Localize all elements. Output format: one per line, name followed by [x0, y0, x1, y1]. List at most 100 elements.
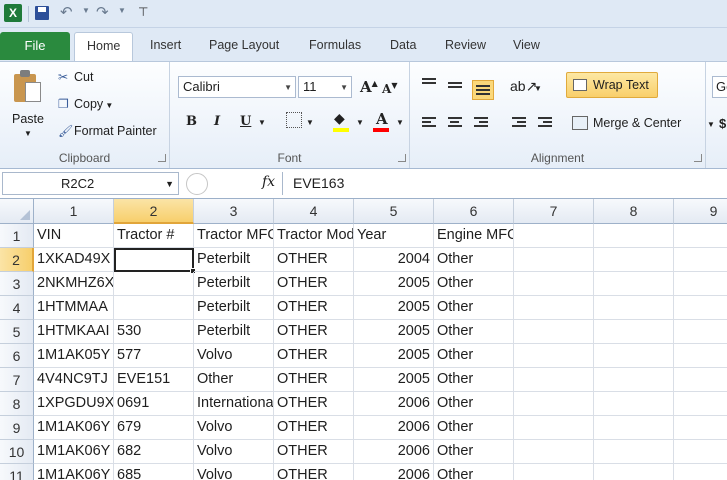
cell[interactable]: 530 [114, 320, 194, 344]
cell[interactable] [594, 416, 674, 440]
cell[interactable] [674, 248, 727, 272]
column-header[interactable]: 6 [434, 199, 514, 224]
font-size-select[interactable]: 11 ▼ [298, 76, 352, 98]
save-icon[interactable] [35, 6, 49, 20]
underline-dropdown-icon[interactable]: ▼ [258, 118, 266, 127]
cell[interactable] [514, 248, 594, 272]
tab-home[interactable]: Home [74, 32, 134, 62]
redo-dropdown-icon[interactable]: ▼ [118, 6, 126, 15]
cell[interactable]: 2NKMHZ6X [34, 272, 114, 296]
cell[interactable] [594, 392, 674, 416]
row-header[interactable]: 9 [0, 416, 34, 440]
copy-button[interactable]: ❐ Copy ▼ [58, 97, 113, 111]
number-format-select[interactable]: Ge [712, 76, 727, 98]
merge-center-button[interactable]: Merge & Center [593, 116, 681, 130]
cell[interactable]: Year [354, 224, 434, 248]
borders-button[interactable] [286, 112, 302, 128]
fill-color-button[interactable]: ◆ [334, 110, 345, 127]
column-header[interactable]: 8 [594, 199, 674, 224]
cell[interactable]: 1HTMMAA [34, 296, 114, 320]
fill-color-dropdown-icon[interactable]: ▼ [356, 118, 364, 127]
cell[interactable]: 2005 [354, 344, 434, 368]
cell[interactable]: 1M1AK06Y [34, 440, 114, 464]
cell[interactable] [114, 272, 194, 296]
cell[interactable]: OTHER [274, 248, 354, 272]
cell[interactable] [594, 320, 674, 344]
cell[interactable]: 682 [114, 440, 194, 464]
paste-icon[interactable] [12, 70, 42, 104]
column-header[interactable]: 7 [514, 199, 594, 224]
cell[interactable] [514, 344, 594, 368]
cell[interactable]: EVE151 [114, 368, 194, 392]
select-all-button[interactable] [0, 199, 34, 224]
cell[interactable]: Other [434, 440, 514, 464]
cell[interactable]: Other [434, 344, 514, 368]
cell[interactable] [514, 296, 594, 320]
cell[interactable] [674, 224, 727, 248]
column-header[interactable]: 9 [674, 199, 727, 224]
cell[interactable] [594, 272, 674, 296]
cell[interactable]: 2004 [354, 248, 434, 272]
align-center-icon[interactable] [448, 117, 462, 129]
undo-dropdown-icon[interactable]: ▼ [82, 6, 90, 15]
cell[interactable] [674, 272, 727, 296]
row-header[interactable]: 1 [0, 224, 34, 248]
cell[interactable]: OTHER [274, 296, 354, 320]
borders-dropdown-icon[interactable]: ▼ [306, 118, 314, 127]
cell[interactable]: Other [434, 464, 514, 480]
cell[interactable]: 2005 [354, 320, 434, 344]
cell[interactable]: Volvo [194, 440, 274, 464]
cell[interactable]: Other [434, 320, 514, 344]
currency-button[interactable]: $ [719, 116, 726, 131]
cell[interactable]: Other [434, 416, 514, 440]
cell[interactable]: 1HTMKAAI [34, 320, 114, 344]
font-color-button[interactable]: A [376, 110, 388, 128]
cell[interactable] [594, 344, 674, 368]
cell[interactable] [594, 224, 674, 248]
cell[interactable] [594, 296, 674, 320]
cell[interactable] [594, 248, 674, 272]
tab-file[interactable]: File [0, 32, 70, 60]
cell[interactable]: Other [434, 272, 514, 296]
column-header[interactable]: 4 [274, 199, 354, 224]
italic-button[interactable]: I [214, 114, 220, 129]
cell[interactable]: 2005 [354, 272, 434, 296]
row-header[interactable]: 8 [0, 392, 34, 416]
cell[interactable] [594, 440, 674, 464]
active-cell[interactable] [114, 248, 194, 272]
shrink-font-button[interactable]: A▼ [382, 80, 397, 96]
wrap-text-button[interactable]: Wrap Text [566, 72, 658, 98]
tab-insert[interactable]: Insert [150, 38, 181, 52]
align-right-icon[interactable] [474, 117, 488, 129]
cell[interactable]: 2005 [354, 368, 434, 392]
column-header[interactable]: 5 [354, 199, 434, 224]
column-header[interactable]: 2 [114, 199, 194, 224]
cell[interactable]: Peterbilt [194, 272, 274, 296]
row-header[interactable]: 11 [0, 464, 34, 480]
cell[interactable] [514, 464, 594, 480]
tab-data[interactable]: Data [390, 38, 416, 52]
cell[interactable]: Peterbilt [194, 248, 274, 272]
cell[interactable] [674, 416, 727, 440]
top-align-icon[interactable] [422, 78, 436, 90]
cell[interactable]: Tractor # [114, 224, 194, 248]
bottom-align-icon[interactable] [472, 80, 494, 100]
cell[interactable]: 2006 [354, 416, 434, 440]
tab-review[interactable]: Review [445, 38, 486, 52]
insert-function-button[interactable]: fx [262, 174, 275, 190]
format-painter-button[interactable]: 🖌Format Painter [58, 124, 157, 138]
cell[interactable]: Tractor MFG [194, 224, 274, 248]
cell[interactable]: OTHER [274, 320, 354, 344]
cell[interactable]: Volvo [194, 416, 274, 440]
formula-input[interactable]: EVE163 [282, 172, 727, 195]
cell[interactable]: Volvo [194, 344, 274, 368]
cell[interactable]: Engine MFG [434, 224, 514, 248]
cell[interactable]: Peterbilt [194, 296, 274, 320]
bold-button[interactable]: B [186, 114, 197, 129]
cell[interactable] [514, 440, 594, 464]
merge-center-icon[interactable] [572, 116, 588, 130]
undo-icon[interactable]: ↶ [60, 3, 73, 21]
clipboard-launcher-icon[interactable] [158, 154, 166, 162]
redo-icon[interactable]: ↷ [96, 3, 109, 21]
row-header[interactable]: 6 [0, 344, 34, 368]
